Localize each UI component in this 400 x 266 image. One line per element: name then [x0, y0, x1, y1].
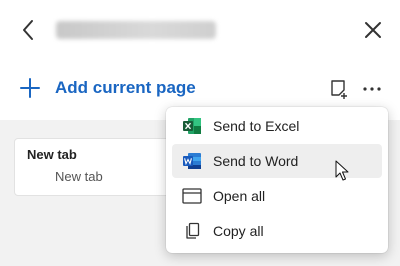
menu-item-label: Send to Excel [213, 118, 300, 134]
add-current-page-label: Add current page [55, 78, 196, 97]
more-options-icon [363, 87, 381, 91]
close-icon [365, 22, 381, 38]
mouse-cursor-icon [335, 160, 349, 181]
blurred-collection-title [56, 21, 216, 39]
word-icon [182, 152, 202, 170]
menu-item-label: Open all [213, 188, 266, 204]
new-note-icon [331, 80, 347, 99]
add-current-page-button[interactable]: Add current page [20, 74, 196, 102]
menu-item-open-all[interactable]: Open all [172, 179, 382, 213]
copy-icon [182, 222, 202, 240]
chevron-left-icon [23, 20, 33, 40]
action-bar: Add current page [0, 70, 400, 106]
more-options-button[interactable] [361, 78, 383, 100]
menu-item-copy-all[interactable]: Copy all [172, 214, 382, 248]
more-options-menu: Send to Excel Send to Word Open all Copy… [166, 107, 388, 253]
new-note-button[interactable] [328, 78, 350, 100]
back-button[interactable] [16, 17, 40, 43]
menu-item-send-to-excel[interactable]: Send to Excel [172, 109, 382, 143]
menu-item-send-to-word[interactable]: Send to Word [172, 144, 382, 178]
collection-card[interactable]: New tab New tab [14, 138, 186, 196]
menu-item-label: Copy all [213, 223, 264, 239]
header-bar [0, 0, 400, 60]
window-icon [182, 187, 202, 205]
close-button[interactable] [360, 17, 386, 43]
card-title: New tab [27, 147, 77, 162]
card-subtitle: New tab [55, 169, 103, 184]
excel-icon [182, 117, 202, 135]
plus-icon [20, 78, 40, 98]
menu-item-label: Send to Word [213, 153, 299, 169]
